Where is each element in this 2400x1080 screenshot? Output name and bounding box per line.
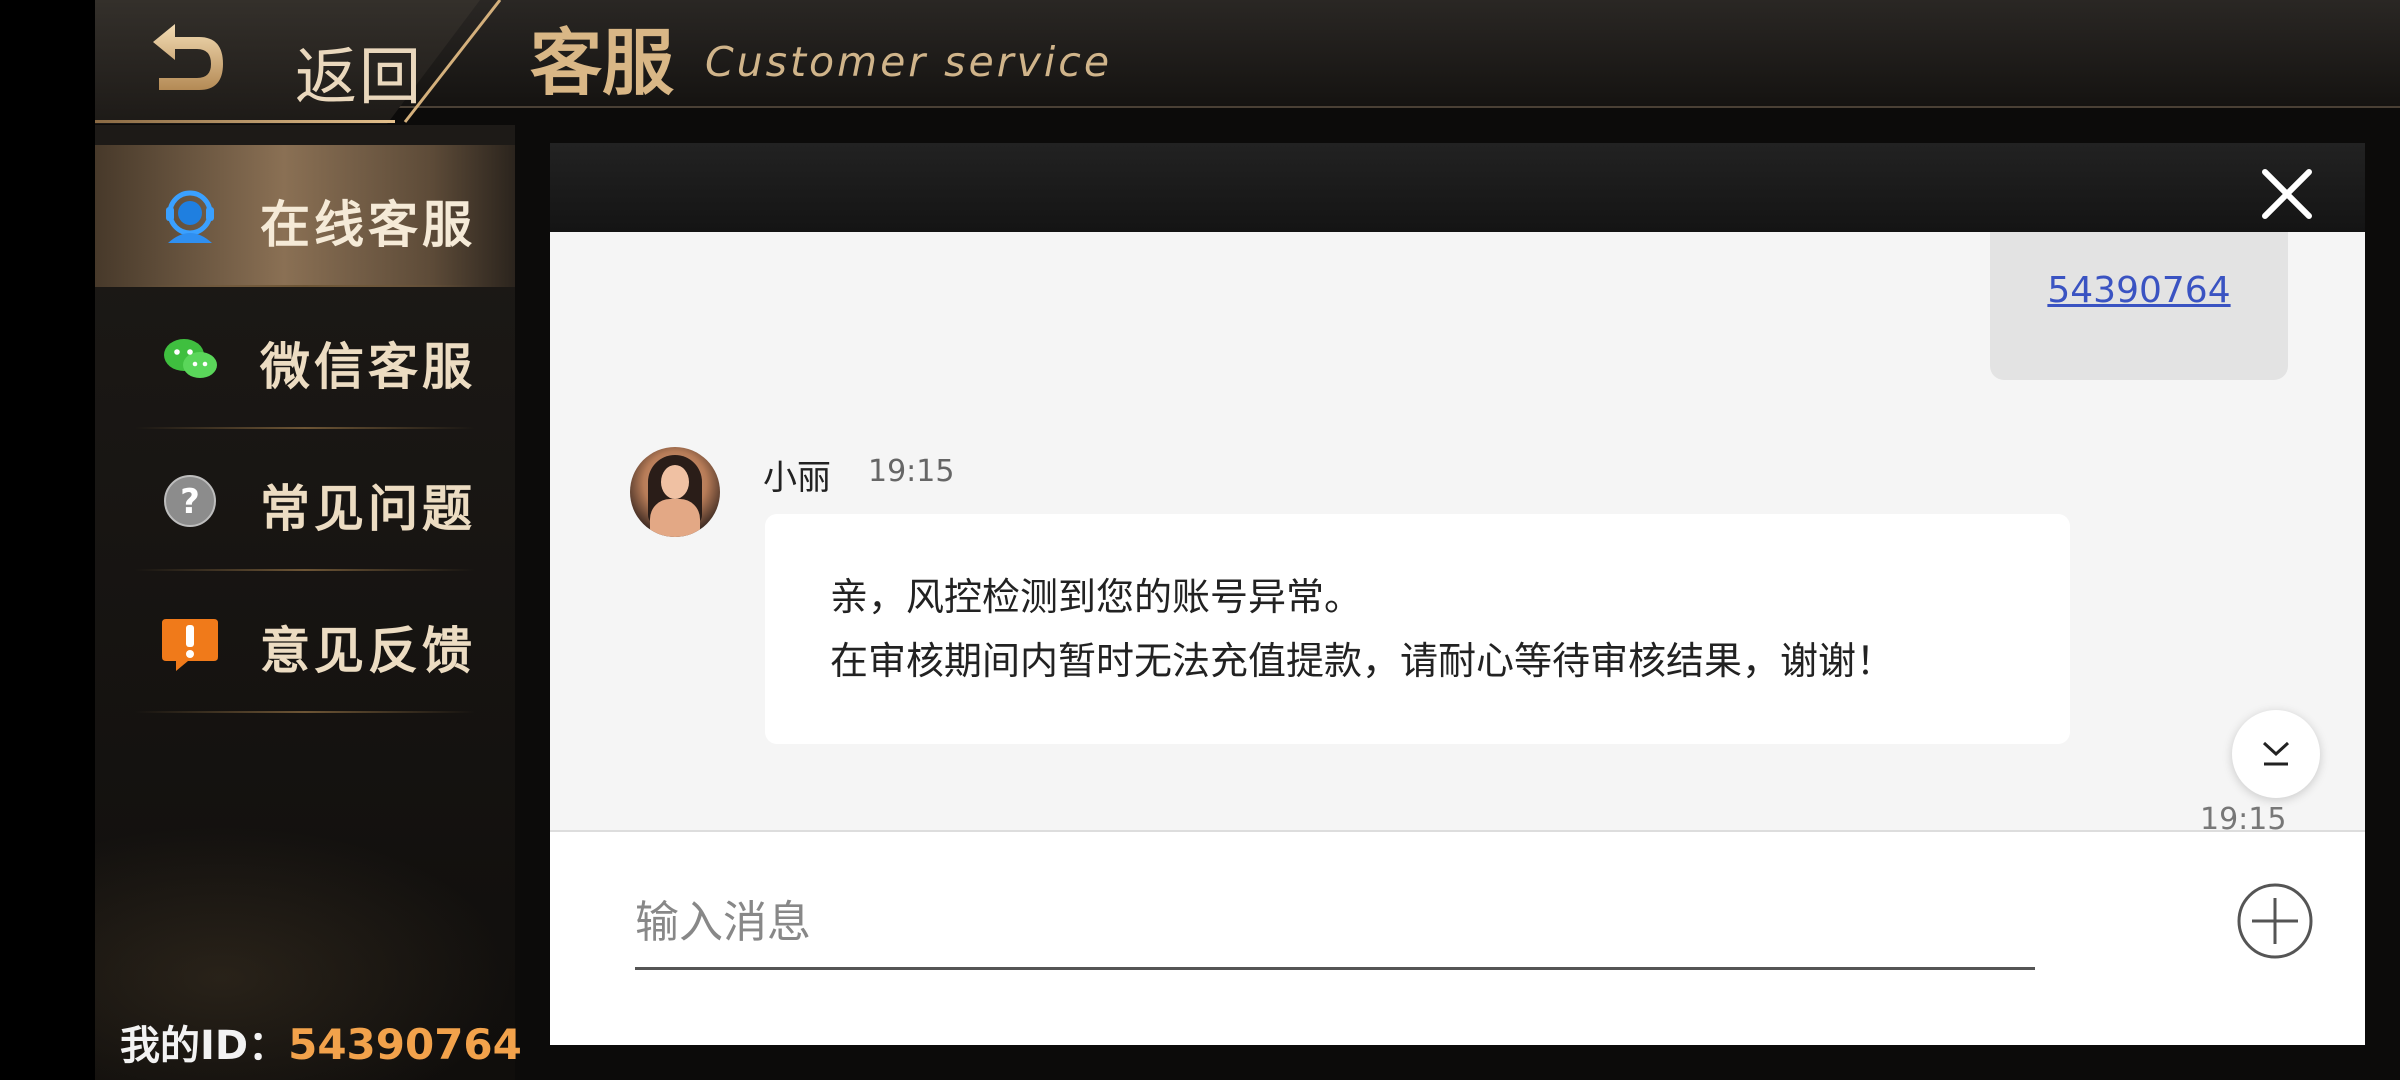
my-id-value: 54390764 — [288, 1020, 522, 1069]
sidebar-item-feedback[interactable]: 意见反馈 — [95, 571, 515, 713]
svg-text:?: ? — [180, 482, 200, 522]
sidebar-item-online-service[interactable]: 在线客服 — [95, 145, 515, 287]
sidebar-item-label: 常见问题 — [260, 480, 476, 538]
back-arrow-icon — [153, 24, 223, 90]
feedback-icon — [162, 619, 218, 671]
agent-message-line: 在审核期间内暂时无法充值提款，请耐心等待审核结果，谢谢！ — [830, 639, 1895, 683]
message-input[interactable] — [635, 877, 2035, 970]
wechat-icon — [164, 339, 217, 378]
chevron-down-icon — [2262, 741, 2290, 766]
agent-name: 小丽 — [763, 458, 831, 498]
avatar-body — [650, 499, 700, 537]
sidebar-item-wechat-service[interactable]: 微信客服 — [95, 287, 515, 429]
agent-message-line: 亲，风控检测到您的账号异常。 — [830, 575, 1363, 619]
menu-divider — [135, 711, 475, 713]
input-area — [550, 830, 2365, 1045]
sidebar-item-label: 意见反馈 — [260, 622, 476, 680]
sidebar-item-label: 在线客服 — [260, 196, 476, 254]
own-message-bubble: 54390764 — [1990, 232, 2288, 380]
close-icon[interactable] — [2260, 167, 2314, 221]
agent-message-time: 19:15 — [868, 454, 955, 489]
back-button[interactable]: 返回 — [145, 14, 421, 113]
page-subtitle: Customer service — [705, 38, 1113, 86]
page-title: 客服 — [530, 21, 675, 105]
chat-topbar — [550, 143, 2365, 232]
add-icon[interactable] — [2236, 882, 2314, 960]
my-id-row: 我的ID：54390764 — [120, 1013, 522, 1071]
scroll-to-bottom-button[interactable] — [2232, 710, 2320, 798]
own-message-link[interactable]: 54390764 — [1990, 270, 2288, 311]
sidebar-item-label: 微信客服 — [260, 338, 476, 396]
agent-avatar — [630, 447, 720, 537]
header-divider — [95, 120, 395, 123]
header-slash-decoration — [403, 0, 502, 123]
online-service-icon — [166, 190, 214, 243]
agent-message-bubble: 亲，风控检测到您的账号异常。 在审核期间内暂时无法充值提款，请耐心等待审核结果，… — [765, 514, 2070, 744]
avatar-face — [661, 465, 689, 499]
question-icon: ? — [164, 475, 216, 527]
sidebar-item-faq[interactable]: ? 常见问题 — [95, 429, 515, 571]
sidebar: 在线客服 微信客服 ? 常见问题 意见反馈 我的ID：54390764 — [95, 125, 522, 1080]
my-id-label: 我的ID： — [120, 1023, 289, 1069]
app-window: 返回 客服 Customer service 在线客服 微信客服 ? 常见问题 … — [95, 0, 2400, 1080]
chat-panel: 54390764 小丽 19:15 亲，风控检测到您的账号异常。 在审核期间内暂… — [550, 143, 2365, 1045]
